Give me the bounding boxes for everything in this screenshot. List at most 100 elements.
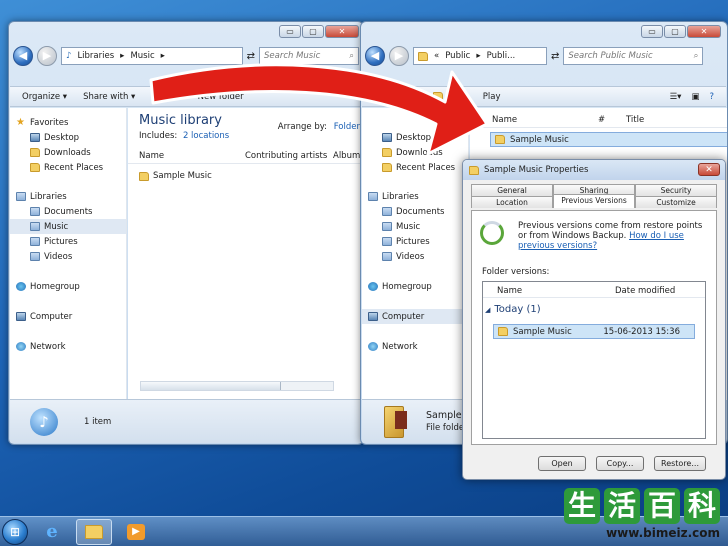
close-button[interactable]: ✕ [325, 25, 359, 38]
nav-music[interactable]: Music [10, 219, 126, 234]
column-contributing-artists[interactable]: Contributing artists [245, 151, 327, 161]
organize-menu[interactable]: Organize ▾ [22, 92, 67, 102]
tab-location[interactable]: Location [471, 196, 553, 208]
new-folder-button[interactable]: New folder [198, 92, 244, 102]
restore-button[interactable]: Restore... [654, 456, 706, 471]
maximize-button[interactable]: ▢ [302, 25, 324, 38]
network-icon [16, 342, 26, 351]
nav-network[interactable]: Network [10, 339, 126, 354]
documents-icon [382, 207, 392, 216]
column-name[interactable]: Name [139, 151, 164, 161]
scrollbar-thumb[interactable] [141, 382, 281, 390]
back-button[interactable]: ◀ [13, 46, 33, 66]
tab-previous-versions[interactable]: Previous Versions [553, 194, 635, 208]
play-button[interactable]: Play [483, 92, 501, 102]
breadcrumb-public[interactable]: Public [445, 51, 470, 61]
nav-videos[interactable]: Videos [362, 249, 468, 264]
list-item-selected[interactable]: Sample Music [490, 132, 727, 147]
organize-menu[interactable]: Organize ▾ [374, 92, 419, 102]
nav-desktop[interactable]: Desktop [10, 130, 126, 145]
nav-videos[interactable]: Videos [10, 249, 126, 264]
close-button[interactable]: ✕ [687, 25, 721, 38]
breadcrumb-public-music[interactable]: Publi... [487, 51, 516, 61]
preview-pane-icon[interactable]: ▣ [691, 92, 699, 102]
taskbar-windows-explorer[interactable] [76, 518, 112, 545]
arrange-dropdown[interactable]: Folder [334, 122, 360, 132]
nav-documents[interactable]: Documents [362, 204, 468, 219]
homegroup-icon [16, 282, 26, 291]
item-count: 1 item [84, 416, 112, 427]
open-button[interactable]: Open [538, 456, 586, 471]
open-button[interactable]: Open [433, 92, 469, 102]
refresh-icon[interactable]: ⇄ [247, 51, 255, 62]
nav-recent-places[interactable]: Recent Places [10, 160, 126, 175]
locations-link[interactable]: 2 locations [183, 131, 229, 141]
folder-thumbnail-icon [384, 405, 407, 438]
column-title[interactable]: Title [626, 115, 644, 125]
nav-favorites[interactable]: ★ Favorites [10, 115, 126, 130]
horizontal-scrollbar[interactable] [140, 381, 334, 391]
nav-pictures[interactable]: Pictures [10, 234, 126, 249]
back-button[interactable]: ◀ [365, 46, 385, 66]
maximize-button[interactable]: ▢ [664, 25, 686, 38]
column-number[interactable]: # [598, 115, 605, 125]
nav-downloads[interactable]: Downloads [10, 145, 126, 160]
nav-pictures[interactable]: Pictures [362, 234, 468, 249]
libraries-icon [16, 192, 26, 201]
item-name: Sample Music [510, 134, 569, 145]
nav-libraries[interactable]: Libraries [10, 189, 126, 204]
nav-downloads[interactable]: Downloads [362, 145, 468, 160]
column-name[interactable]: Name [492, 115, 517, 125]
explorer-folder-icon [85, 524, 103, 539]
breadcrumb-libraries[interactable]: Libraries [77, 51, 114, 61]
tab-general[interactable]: General [471, 184, 553, 196]
taskbar-media-player[interactable]: ▶ [118, 519, 154, 545]
dialog-close-button[interactable]: ✕ [698, 163, 720, 176]
list-item[interactable]: Sample Music [139, 171, 212, 181]
play-all-button[interactable]: Play all [151, 92, 181, 102]
nav-documents[interactable]: Documents [10, 204, 126, 219]
minimize-button[interactable]: ▭ [279, 25, 301, 38]
search-input[interactable]: Search Music ⌕ [259, 47, 359, 65]
nav-homegroup[interactable]: Homegroup [362, 279, 468, 294]
view-controls: ☰▾ ▣ ? [670, 92, 714, 102]
nav-recent-places[interactable]: Recent Places [362, 160, 468, 175]
music-library-icon: ♪ [30, 407, 58, 436]
forward-button[interactable]: ▶ [389, 46, 409, 66]
taskbar-internet-explorer[interactable]: e [34, 519, 70, 545]
column-album[interactable]: Album [333, 151, 360, 161]
search-input[interactable]: Search Public Music ⌕ [563, 47, 704, 65]
breadcrumb-separator-icon: ▸ [160, 51, 165, 61]
copy-button[interactable]: Copy... [596, 456, 644, 471]
videos-icon [30, 252, 40, 261]
start-button[interactable]: ⊞ [2, 518, 28, 545]
nav-homegroup[interactable]: Homegroup [10, 279, 126, 294]
nav-music[interactable]: Music [362, 219, 468, 234]
nav-network[interactable]: Network [362, 339, 468, 354]
forward-button[interactable]: ▶ [37, 46, 57, 66]
nav-computer[interactable]: Computer [10, 309, 126, 324]
column-name[interactable]: Name [497, 286, 522, 296]
help-icon[interactable]: ? [709, 92, 714, 102]
nav-computer[interactable]: Computer [362, 309, 468, 324]
tab-security[interactable]: Security [635, 184, 717, 196]
minimize-button[interactable]: ▭ [641, 25, 663, 38]
column-date-modified[interactable]: Date modified [615, 286, 675, 296]
folder-icon [498, 327, 508, 336]
version-row[interactable]: Sample Music 15-06-2013 15:36 [493, 324, 695, 339]
group-header-today[interactable]: ◢ Today (1) [485, 304, 541, 315]
view-options-icon[interactable]: ☰▾ [670, 92, 682, 102]
breadcrumb-overflow[interactable]: « [434, 51, 439, 61]
folder-icon [495, 135, 505, 144]
tab-customize[interactable]: Customize [635, 196, 717, 208]
search-placeholder: Search Public Music [568, 51, 653, 61]
address-bar[interactable]: ♪ Libraries ▸ Music ▸ [61, 47, 243, 65]
address-bar[interactable]: « Public ▸ Publi... [413, 47, 547, 65]
nav-libraries[interactable]: Libraries [362, 189, 468, 204]
dialog-title: Sample Music Properties [484, 165, 589, 175]
nav-desktop[interactable]: Desktop [362, 130, 468, 145]
versions-list[interactable]: Name Date modified ◢ Today (1) Sample Mu… [482, 281, 706, 439]
breadcrumb-music[interactable]: Music [130, 51, 154, 61]
refresh-icon[interactable]: ⇄ [551, 51, 559, 62]
share-with-menu[interactable]: Share with ▾ [83, 92, 135, 102]
